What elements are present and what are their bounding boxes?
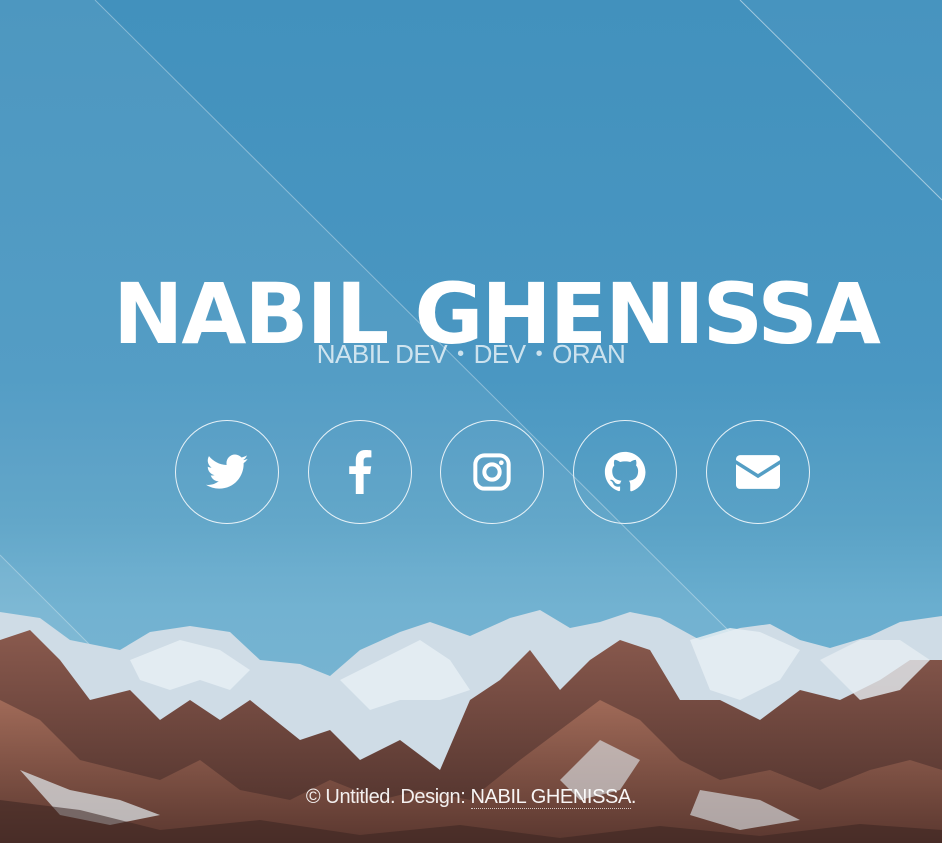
footer: © Untitled. Design: NABIL GHENISSA. — [0, 783, 942, 811]
subtitle-item: ORAN — [552, 339, 626, 369]
instagram-icon — [472, 452, 512, 492]
hero-section: NABIL GHENISSA NABIL DEV • DEV • ORAN © … — [0, 0, 942, 843]
twitter-icon — [206, 454, 248, 490]
facebook-icon — [347, 450, 373, 494]
footer-copyright: © Untitled. Design: — [305, 786, 471, 808]
github-link[interactable] — [573, 420, 677, 524]
twitter-link[interactable] — [175, 420, 279, 524]
footer-suffix: . — [630, 786, 637, 808]
envelope-icon — [736, 455, 780, 489]
subtitle-item: NABIL DEV — [316, 339, 448, 369]
subtitle-separator: • — [457, 343, 464, 365]
social-links — [175, 420, 815, 526]
subtitle-separator: • — [535, 343, 543, 365]
instagram-link[interactable] — [440, 420, 544, 524]
email-link[interactable] — [706, 420, 810, 524]
facebook-link[interactable] — [308, 420, 412, 524]
github-icon — [604, 451, 646, 493]
footer-design-link[interactable]: NABIL GHENISSA — [470, 786, 631, 809]
subtitle-item: DEV — [473, 339, 526, 369]
site-subtitle: NABIL DEV • DEV • ORAN — [0, 338, 942, 370]
